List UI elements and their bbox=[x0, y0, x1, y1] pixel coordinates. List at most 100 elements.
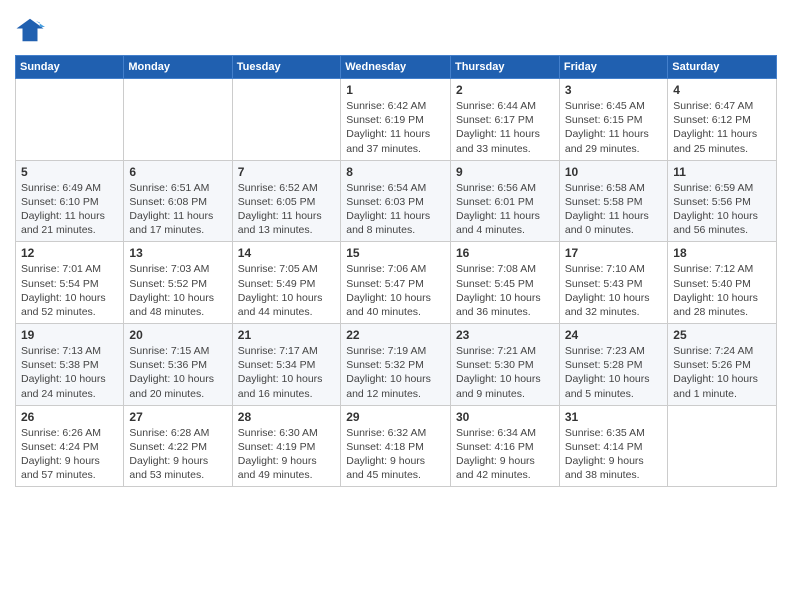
calendar-cell bbox=[668, 405, 777, 487]
day-header-monday: Monday bbox=[124, 56, 232, 79]
day-info: Sunrise: 6:44 AMSunset: 6:17 PMDaylight:… bbox=[456, 99, 554, 156]
day-info: Sunrise: 6:32 AMSunset: 4:18 PMDaylight:… bbox=[346, 426, 445, 483]
day-info: Sunrise: 6:47 AMSunset: 6:12 PMDaylight:… bbox=[673, 99, 771, 156]
calendar-cell: 31 Sunrise: 6:35 AMSunset: 4:14 PMDayligh… bbox=[559, 405, 667, 487]
day-number: 14 bbox=[238, 246, 335, 260]
day-number: 19 bbox=[21, 328, 118, 342]
day-info: Sunrise: 6:30 AMSunset: 4:19 PMDaylight:… bbox=[238, 426, 335, 483]
day-number: 6 bbox=[129, 165, 226, 179]
day-info: Sunrise: 7:06 AMSunset: 5:47 PMDaylight:… bbox=[346, 262, 445, 319]
day-number: 26 bbox=[21, 410, 118, 424]
calendar-cell: 15Sunrise: 7:06 AMSunset: 5:47 PMDayligh… bbox=[341, 242, 451, 324]
calendar-cell: 22 Sunrise: 7:19 AMSunset: 5:32 PMDayligh… bbox=[341, 324, 451, 406]
day-info: Sunrise: 7:05 AMSunset: 5:49 PMDaylight:… bbox=[238, 262, 335, 319]
day-number: 27 bbox=[129, 410, 226, 424]
calendar-cell: 2 Sunrise: 6:44 AMSunset: 6:17 PMDaylight… bbox=[450, 79, 559, 161]
day-number: 3 bbox=[565, 83, 662, 97]
day-number: 24 bbox=[565, 328, 662, 342]
day-header-saturday: Saturday bbox=[668, 56, 777, 79]
calendar-cell: 11Sunrise: 6:59 AMSunset: 5:56 PMDayligh… bbox=[668, 160, 777, 242]
day-number: 30 bbox=[456, 410, 554, 424]
day-info: Sunrise: 6:51 AMSunset: 6:08 PMDaylight:… bbox=[129, 181, 226, 238]
day-number: 12 bbox=[21, 246, 118, 260]
calendar-week-row: 12Sunrise: 7:01 AMSunset: 5:54 PMDayligh… bbox=[16, 242, 777, 324]
calendar-cell: 27 Sunrise: 6:28 AMSunset: 4:22 PMDayligh… bbox=[124, 405, 232, 487]
calendar-week-row: 1Sunrise: 6:42 AMSunset: 6:19 PMDaylight… bbox=[16, 79, 777, 161]
day-number: 28 bbox=[238, 410, 335, 424]
day-number: 7 bbox=[238, 165, 335, 179]
day-number: 5 bbox=[21, 165, 118, 179]
day-info: Sunrise: 6:34 AMSunset: 4:16 PMDaylight:… bbox=[456, 426, 554, 483]
calendar-cell: 3 Sunrise: 6:45 AMSunset: 6:15 PMDaylight… bbox=[559, 79, 667, 161]
day-info: Sunrise: 6:26 AMSunset: 4:24 PMDaylight:… bbox=[21, 426, 118, 483]
day-info: Sunrise: 7:13 AMSunset: 5:38 PMDaylight:… bbox=[21, 344, 118, 401]
calendar-cell: 6 Sunrise: 6:51 AMSunset: 6:08 PMDaylight… bbox=[124, 160, 232, 242]
day-header-thursday: Thursday bbox=[450, 56, 559, 79]
calendar-cell: 14 Sunrise: 7:05 AMSunset: 5:49 PMDayligh… bbox=[232, 242, 340, 324]
day-number: 10 bbox=[565, 165, 662, 179]
day-number: 18 bbox=[673, 246, 771, 260]
calendar-cell: 23 Sunrise: 7:21 AMSunset: 5:30 PMDayligh… bbox=[450, 324, 559, 406]
calendar-cell: 28 Sunrise: 6:30 AMSunset: 4:19 PMDayligh… bbox=[232, 405, 340, 487]
calendar-cell: 13 Sunrise: 7:03 AMSunset: 5:52 PMDayligh… bbox=[124, 242, 232, 324]
day-info: Sunrise: 7:12 AMSunset: 5:40 PMDaylight:… bbox=[673, 262, 771, 319]
logo bbox=[15, 15, 49, 45]
calendar-cell: 30 Sunrise: 6:34 AMSunset: 4:16 PMDayligh… bbox=[450, 405, 559, 487]
day-info: Sunrise: 7:24 AMSunset: 5:26 PMDaylight:… bbox=[673, 344, 771, 401]
calendar-cell: 4 Sunrise: 6:47 AMSunset: 6:12 PMDaylight… bbox=[668, 79, 777, 161]
calendar-cell: 20Sunrise: 7:15 AMSunset: 5:36 PMDayligh… bbox=[124, 324, 232, 406]
day-info: Sunrise: 6:35 AMSunset: 4:14 PMDaylight:… bbox=[565, 426, 662, 483]
calendar-cell: 18 Sunrise: 7:12 AMSunset: 5:40 PMDayligh… bbox=[668, 242, 777, 324]
day-info: Sunrise: 7:15 AMSunset: 5:36 PMDaylight:… bbox=[129, 344, 226, 401]
day-number: 29 bbox=[346, 410, 445, 424]
calendar-cell: 12Sunrise: 7:01 AMSunset: 5:54 PMDayligh… bbox=[16, 242, 124, 324]
calendar-cell: 29 Sunrise: 6:32 AMSunset: 4:18 PMDayligh… bbox=[341, 405, 451, 487]
day-info: Sunrise: 6:56 AMSunset: 6:01 PMDaylight:… bbox=[456, 181, 554, 238]
day-info: Sunrise: 6:59 AMSunset: 5:56 PMDaylight:… bbox=[673, 181, 771, 238]
day-info: Sunrise: 7:03 AMSunset: 5:52 PMDaylight:… bbox=[129, 262, 226, 319]
calendar-cell: 5 Sunrise: 6:49 AMSunset: 6:10 PMDaylight… bbox=[16, 160, 124, 242]
day-number: 13 bbox=[129, 246, 226, 260]
calendar-cell: 24 Sunrise: 7:23 AMSunset: 5:28 PMDayligh… bbox=[559, 324, 667, 406]
day-info: Sunrise: 7:19 AMSunset: 5:32 PMDaylight:… bbox=[346, 344, 445, 401]
day-info: Sunrise: 7:10 AMSunset: 5:43 PMDaylight:… bbox=[565, 262, 662, 319]
day-info: Sunrise: 6:28 AMSunset: 4:22 PMDaylight:… bbox=[129, 426, 226, 483]
day-number: 21 bbox=[238, 328, 335, 342]
day-number: 22 bbox=[346, 328, 445, 342]
calendar-cell: 19 Sunrise: 7:13 AMSunset: 5:38 PMDayligh… bbox=[16, 324, 124, 406]
day-info: Sunrise: 7:21 AMSunset: 5:30 PMDaylight:… bbox=[456, 344, 554, 401]
day-number: 2 bbox=[456, 83, 554, 97]
day-info: Sunrise: 7:08 AMSunset: 5:45 PMDaylight:… bbox=[456, 262, 554, 319]
calendar-cell: 9Sunrise: 6:56 AMSunset: 6:01 PMDaylight… bbox=[450, 160, 559, 242]
day-info: Sunrise: 6:58 AMSunset: 5:58 PMDaylight:… bbox=[565, 181, 662, 238]
calendar-cell: 21 Sunrise: 7:17 AMSunset: 5:34 PMDayligh… bbox=[232, 324, 340, 406]
calendar-cell: 1Sunrise: 6:42 AMSunset: 6:19 PMDaylight… bbox=[341, 79, 451, 161]
day-info: Sunrise: 7:17 AMSunset: 5:34 PMDaylight:… bbox=[238, 344, 335, 401]
day-number: 23 bbox=[456, 328, 554, 342]
calendar-cell bbox=[124, 79, 232, 161]
day-info: Sunrise: 6:49 AMSunset: 6:10 PMDaylight:… bbox=[21, 181, 118, 238]
day-info: Sunrise: 7:23 AMSunset: 5:28 PMDaylight:… bbox=[565, 344, 662, 401]
calendar-cell: 7Sunrise: 6:52 AMSunset: 6:05 PMDaylight… bbox=[232, 160, 340, 242]
day-number: 31 bbox=[565, 410, 662, 424]
day-info: Sunrise: 6:42 AMSunset: 6:19 PMDaylight:… bbox=[346, 99, 445, 156]
day-header-tuesday: Tuesday bbox=[232, 56, 340, 79]
calendar-cell: 8 Sunrise: 6:54 AMSunset: 6:03 PMDaylight… bbox=[341, 160, 451, 242]
day-header-sunday: Sunday bbox=[16, 56, 124, 79]
calendar-cell bbox=[232, 79, 340, 161]
calendar-cell: 26 Sunrise: 6:26 AMSunset: 4:24 PMDayligh… bbox=[16, 405, 124, 487]
calendar-week-row: 5 Sunrise: 6:49 AMSunset: 6:10 PMDaylight… bbox=[16, 160, 777, 242]
calendar-cell: 17 Sunrise: 7:10 AMSunset: 5:43 PMDayligh… bbox=[559, 242, 667, 324]
calendar-week-row: 26 Sunrise: 6:26 AMSunset: 4:24 PMDayligh… bbox=[16, 405, 777, 487]
day-header-wednesday: Wednesday bbox=[341, 56, 451, 79]
day-number: 16 bbox=[456, 246, 554, 260]
day-number: 4 bbox=[673, 83, 771, 97]
day-info: Sunrise: 6:54 AMSunset: 6:03 PMDaylight:… bbox=[346, 181, 445, 238]
calendar-cell: 25Sunrise: 7:24 AMSunset: 5:26 PMDayligh… bbox=[668, 324, 777, 406]
day-number: 17 bbox=[565, 246, 662, 260]
day-number: 8 bbox=[346, 165, 445, 179]
logo-icon bbox=[15, 15, 45, 45]
calendar-week-row: 19 Sunrise: 7:13 AMSunset: 5:38 PMDayligh… bbox=[16, 324, 777, 406]
day-info: Sunrise: 6:45 AMSunset: 6:15 PMDaylight:… bbox=[565, 99, 662, 156]
calendar-cell: 10 Sunrise: 6:58 AMSunset: 5:58 PMDayligh… bbox=[559, 160, 667, 242]
